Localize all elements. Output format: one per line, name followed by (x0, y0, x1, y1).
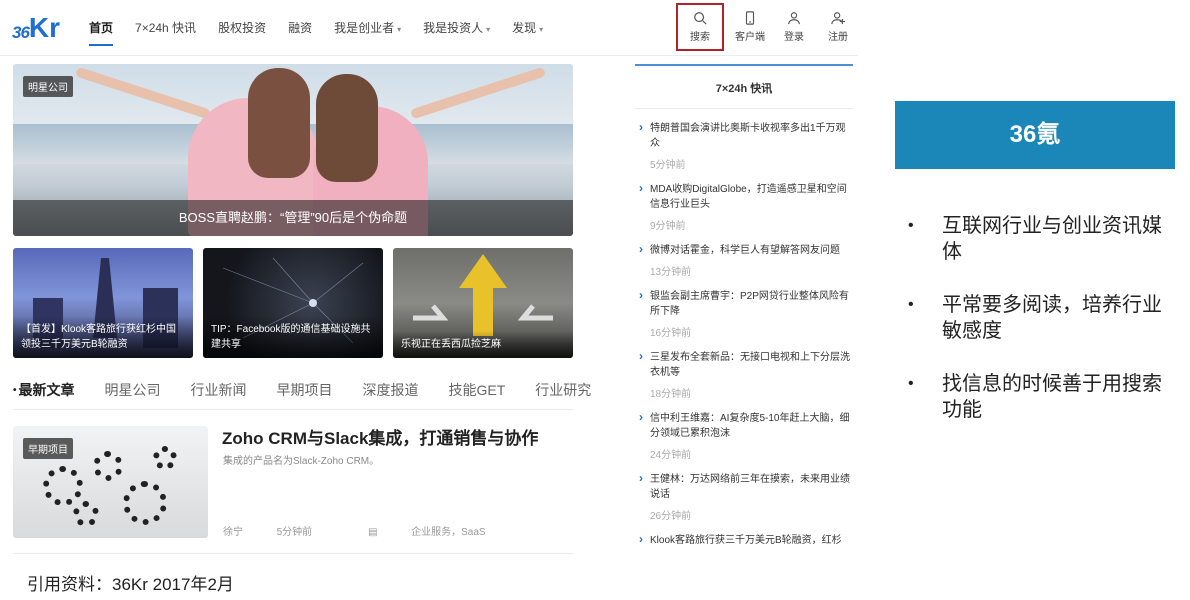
news-time: 16分钟前 (650, 328, 692, 339)
article-author[interactable]: 徐宁 (223, 527, 243, 538)
news-text[interactable]: 银监会副主席曹宇：P2P网贷行业整体风险有所下降 (650, 289, 853, 319)
nav-item-equity[interactable]: 股权投资 (207, 0, 277, 56)
nav-menu: 首页 7×24h 快讯 股权投资 融资 我是创业者 ▾ 我是投资人 ▾ 发现 ▾ (78, 0, 554, 56)
article-category-label[interactable]: 企业服务，SaaS (411, 527, 485, 538)
tab-skills[interactable]: 技能GET (449, 380, 506, 409)
news-text[interactable]: 信中利王维嘉：AI复杂度5-10年赶上大脑，细分领域已累积泡沫 (650, 411, 853, 441)
gear-icon (73, 501, 99, 527)
news-item[interactable]: 特朗普国会演讲比奥斯卡收视率多出1千万观众 5分钟前 (635, 120, 853, 171)
hero-tag: 明星公司 (23, 76, 73, 97)
article-author-time: 徐宁 5分钟前 (223, 523, 340, 538)
hero-banner[interactable]: 明星公司 BOSS直聘赵鹏：“管理”90后是个伪命题 (13, 64, 573, 236)
tab-industry-news[interactable]: 行业新闻 (191, 380, 247, 409)
article-meta: 徐宁 5分钟前 ▤ 企业服务，SaaS (223, 523, 542, 538)
flash-news-sidebar: 7×24h 快讯 特朗普国会演讲比奥斯卡收视率多出1千万观众 5分钟前 MDA收购… (635, 64, 853, 559)
thumb-caption: 乐视正在丢西瓜捡芝麻 (393, 331, 573, 358)
nav-item-discover[interactable]: 发现 ▾ (501, 0, 554, 56)
bullet-item: 找信息的时候善于用搜索功能 (905, 371, 1165, 423)
news-text[interactable]: 特朗普国会演讲比奥斯卡收视率多出1千万观众 (650, 121, 853, 151)
tab-early-projects[interactable]: 早期项目 (277, 380, 333, 409)
tab-in-depth[interactable]: 深度报道 (363, 380, 419, 409)
news-text[interactable]: 王健林：万达网络前三年在摸索，未来用业绩说话 (650, 472, 853, 502)
logo-kr: Kr (28, 12, 61, 43)
logo-36kr[interactable]: 36 Kr (12, 13, 60, 43)
register-button[interactable]: 注册 (816, 5, 860, 49)
bullet-item: 平常要多阅读，培养行业敏感度 (905, 292, 1165, 344)
nav-item-founder[interactable]: 我是创业者 ▾ (323, 0, 412, 56)
hero-image-part (74, 66, 212, 120)
logo-number: 36 (12, 23, 30, 42)
reference-note: 引用资料：36Kr 2017年2月 (27, 575, 234, 594)
nav-tools: 搜索 客户端 登录 注册 (676, 3, 860, 51)
hero-image-part (248, 68, 310, 178)
phone-icon (745, 11, 755, 25)
thumb-card-3[interactable]: 乐视正在丢西瓜捡芝麻 (393, 248, 573, 358)
news-time: 24分钟前 (650, 450, 692, 461)
news-item[interactable]: 银监会副主席曹宇：P2P网贷行业整体风险有所下降 16分钟前 (635, 288, 853, 339)
news-time: 9分钟前 (650, 221, 686, 232)
tab-star-companies[interactable]: 明星公司 (105, 380, 161, 409)
nav-item-financing[interactable]: 融资 (277, 0, 323, 56)
gear-icon (93, 451, 123, 481)
category-tabs: 最新文章 明星公司 行业新闻 早期项目 深度报道 技能GET 行业研究 (13, 380, 591, 410)
search-button[interactable]: 搜索 (676, 3, 724, 51)
news-list: 特朗普国会演讲比奥斯卡收视率多出1千万观众 5分钟前 MDA收购DigitalGl… (635, 120, 853, 548)
tab-latest[interactable]: 最新文章 (13, 380, 75, 409)
thumb-caption: 【首发】Klook客路旅行获红杉中国领投三千万美元B轮融资 (13, 316, 193, 358)
article-tag: 早期项目 (23, 438, 73, 459)
news-time: 18分钟前 (650, 389, 692, 400)
news-item[interactable]: 微博对话霍金，科学巨人有望解答网友问题 13分钟前 (635, 242, 853, 278)
brand-title: 36氪 (895, 101, 1175, 169)
client-button[interactable]: 客户端 (728, 5, 772, 49)
news-time: 13分钟前 (650, 267, 692, 278)
gear-icon (43, 466, 83, 506)
hero-image-part (316, 74, 378, 182)
nav-item-flash[interactable]: 7×24h 快讯 (124, 0, 207, 56)
news-time: 5分钟前 (650, 160, 686, 171)
news-item[interactable]: Klook客路旅行获三千万美元B轮融资，红杉 (635, 532, 853, 548)
nav-item-investor[interactable]: 我是投资人 ▾ (412, 0, 501, 56)
news-text[interactable]: 微博对话霍金，科学巨人有望解答网友问题 (650, 243, 853, 258)
gear-icon (123, 481, 167, 525)
top-nav: 36 Kr 首页 7×24h 快讯 股权投资 融资 我是创业者 ▾ 我是投资人 ▾ … (0, 0, 858, 56)
article-image[interactable]: 早期项目 (13, 426, 208, 538)
article-category: ▤ 企业服务，SaaS (368, 523, 513, 538)
news-text[interactable]: Klook客路旅行获三千万美元B轮融资，红杉 (650, 533, 853, 548)
chevron-down-icon: ▾ (397, 25, 402, 34)
nav-item-home[interactable]: 首页 (78, 0, 124, 56)
login-button[interactable]: 登录 (772, 5, 816, 49)
sidebar-title: 7×24h 快讯 (635, 66, 853, 109)
slide-bullets: 互联网行业与创业资讯媒体 平常要多阅读，培养行业敏感度 找信息的时候善于用搜索功… (905, 213, 1165, 450)
divider (13, 553, 573, 554)
chevron-down-icon: ▾ (539, 25, 544, 34)
folder-icon: ▤ (368, 527, 378, 538)
news-time: 26分钟前 (650, 511, 692, 522)
article-title[interactable]: Zoho CRM与Slack集成，打通销售与协作 (222, 424, 538, 449)
article-description: 集成的产品名为Slack-Zoho CRM。 (223, 456, 380, 467)
thumb-caption: TIP：Facebook版的通信基础设施共建共享 (203, 316, 383, 358)
news-text[interactable]: 三星发布全套新品：无接口电视和上下分层洗衣机等 (650, 350, 853, 380)
search-icon (694, 12, 707, 25)
hero-image-part (409, 66, 547, 120)
chevron-down-icon: ▾ (486, 25, 491, 34)
news-item[interactable]: 三星发布全套新品：无接口电视和上下分层洗衣机等 18分钟前 (635, 349, 853, 400)
hero-caption[interactable]: BOSS直聘赵鹏：“管理”90后是个伪命题 (13, 200, 573, 236)
tab-research[interactable]: 行业研究 (535, 380, 591, 409)
news-item[interactable]: 王健林：万达网络前三年在摸索，未来用业绩说话 26分钟前 (635, 471, 853, 522)
article-time: 5分钟前 (276, 527, 313, 538)
thumb-card-1[interactable]: 【首发】Klook客路旅行获红杉中国领投三千万美元B轮融资 (13, 248, 193, 358)
news-item[interactable]: 信中利王维嘉：AI复杂度5-10年赶上大脑，细分领域已累积泡沫 24分钟前 (635, 410, 853, 461)
news-item[interactable]: MDA收购DigitalGlobe，打造遥感卫星和空间信息行业巨头 9分钟前 (635, 181, 853, 232)
gear-icon (153, 446, 177, 470)
thumb-card-2[interactable]: TIP：Facebook版的通信基础设施共建共享 (203, 248, 383, 358)
user-icon (788, 12, 800, 25)
bullet-item: 互联网行业与创业资讯媒体 (905, 213, 1165, 265)
news-text[interactable]: MDA收购DigitalGlobe，打造遥感卫星和空间信息行业巨头 (650, 182, 853, 212)
add-user-icon (831, 12, 845, 25)
